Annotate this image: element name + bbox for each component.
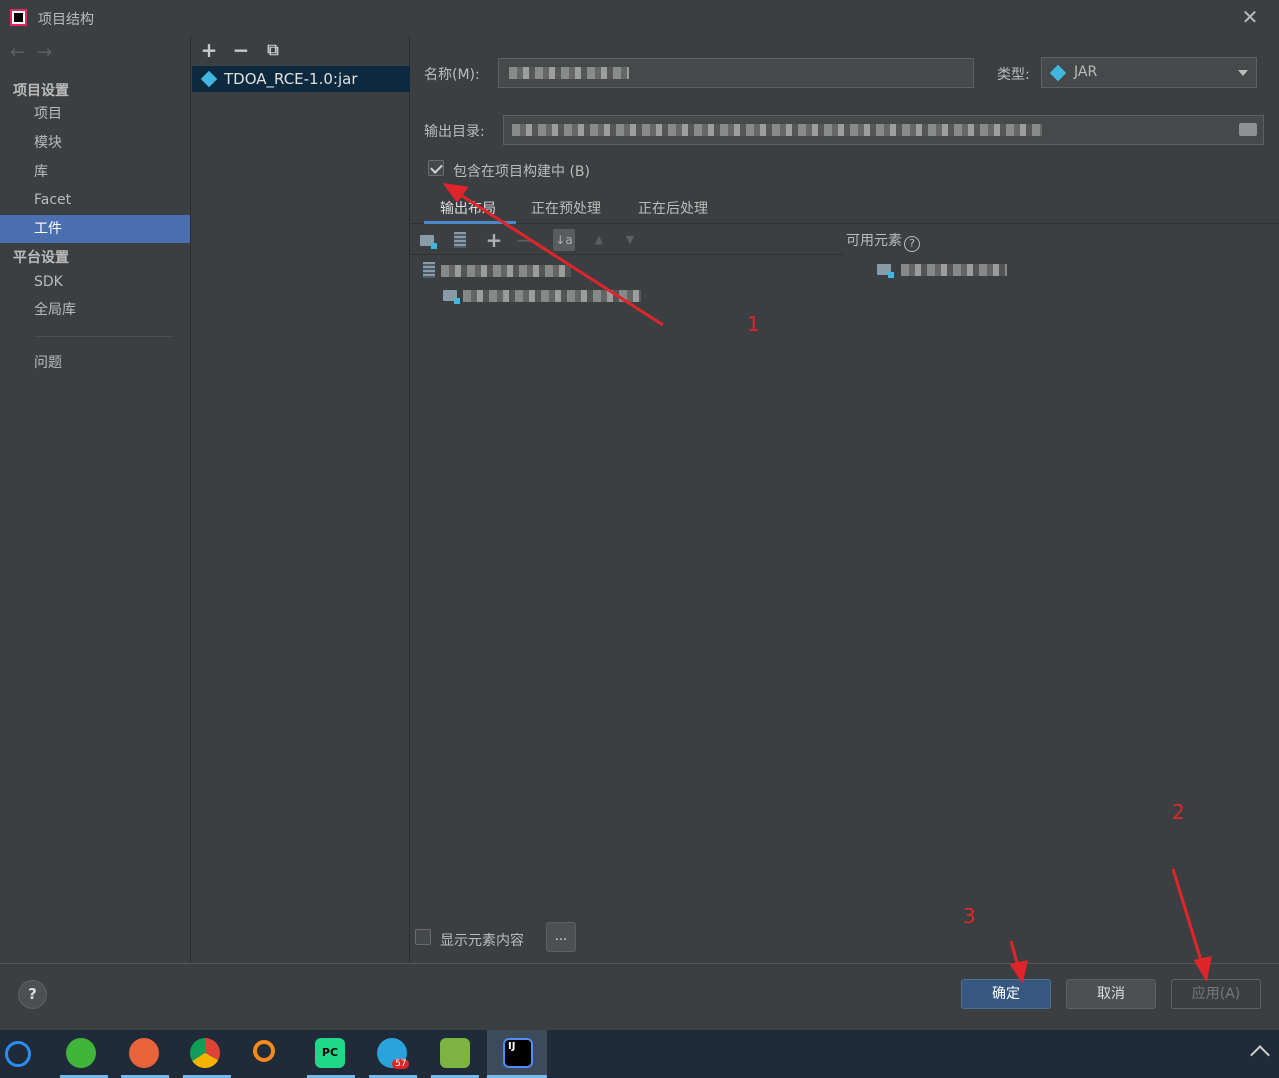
remove-element-icon[interactable]: − — [513, 229, 535, 251]
available-elements-label: 可用元素? — [846, 230, 920, 252]
create-directory-icon[interactable] — [417, 229, 439, 251]
layout-toolbar: + − ↓a ▲ ▼ — [411, 225, 843, 255]
artifacts-panel: + − ⧉ TDOA_RCE-1.0:jar — [192, 36, 410, 963]
help-button[interactable]: ? — [18, 980, 47, 1009]
type-select[interactable]: JAR — [1041, 57, 1257, 88]
sidebar-item-modules[interactable]: 模块 — [0, 129, 190, 157]
copy-artifact-icon[interactable]: ⧉ — [262, 39, 284, 61]
help-icon[interactable]: ? — [904, 236, 920, 252]
tab-pre-processing[interactable]: 正在预处理 — [531, 198, 601, 218]
magnifier-app-icon[interactable] — [253, 1040, 275, 1062]
chrome-icon[interactable] — [190, 1038, 220, 1068]
annotation-number-2: 2 — [1172, 800, 1185, 824]
search-app-icon[interactable] — [5, 1041, 31, 1067]
sidebar-item-artifacts[interactable]: 工件 — [0, 215, 190, 243]
back-arrow-icon[interactable]: ← — [10, 42, 25, 63]
add-artifact-icon[interactable]: + — [198, 39, 220, 61]
sidebar-item-libraries[interactable]: 库 — [0, 158, 190, 186]
redacted-path — [512, 124, 1042, 136]
nav-arrows: ← → — [10, 42, 64, 63]
windows-taskbar: PC 57 IJ — [0, 1030, 1279, 1078]
apply-button[interactable]: 应用(A) — [1171, 979, 1261, 1009]
create-archive-icon[interactable] — [449, 229, 471, 251]
show-content-label: 显示元素内容 — [440, 933, 524, 949]
move-down-icon[interactable]: ▼ — [619, 229, 641, 251]
tree-item-output[interactable] — [463, 290, 641, 302]
name-field[interactable] — [498, 58, 974, 88]
sidebar-divider — [34, 336, 174, 337]
redacted-name — [509, 67, 629, 79]
folder-icon — [443, 290, 460, 304]
sidebar-item-facets[interactable]: Facet — [0, 186, 190, 214]
output-dir-label: 输出目录: — [424, 124, 485, 140]
jar-file-icon — [423, 262, 435, 278]
available-item[interactable] — [901, 264, 1007, 276]
tab-post-processing[interactable]: 正在后处理 — [638, 198, 708, 218]
sidebar-item-problems[interactable]: 问题 — [0, 349, 190, 377]
add-element-icon[interactable]: + — [483, 229, 505, 251]
show-content-checkbox[interactable] — [415, 929, 431, 945]
jar-type-icon — [1049, 64, 1067, 82]
move-up-icon[interactable]: ▲ — [588, 229, 610, 251]
cancel-button[interactable]: 取消 — [1066, 979, 1156, 1009]
notepad-icon[interactable] — [440, 1038, 470, 1068]
forward-arrow-icon[interactable]: → — [37, 42, 52, 63]
active-tab-indicator — [424, 221, 516, 224]
settings-sidebar: ← → 项目设置 项目 模块 库 Facet 工件 平台设置 SDK 全局库 问题 — [0, 36, 191, 963]
artifact-name: TDOA_RCE-1.0:jar — [224, 70, 358, 88]
dialog-footer: ? 确定 取消 应用(A) — [0, 963, 1279, 1029]
project-settings-header: 项目设置 — [13, 83, 69, 99]
intellij-taskbar-icon[interactable]: IJ — [503, 1038, 533, 1068]
tree-item-jar[interactable] — [441, 265, 571, 277]
wechat-icon[interactable] — [66, 1038, 96, 1068]
artifact-list-item[interactable]: TDOA_RCE-1.0:jar — [192, 66, 410, 92]
artifact-tabs: 输出布局 正在预处理 正在后处理 — [411, 188, 1279, 224]
type-value: JAR — [1074, 64, 1098, 80]
ellipsis-button[interactable]: ... — [546, 922, 576, 952]
sort-elements-icon[interactable]: ↓a — [553, 229, 575, 251]
chevron-down-icon — [1238, 70, 1248, 76]
artifact-detail-panel: 名称(M): 类型: JAR 输出目录: 包含在项目构建中 (B) 输出布局 正… — [411, 36, 1279, 963]
chevron-up-icon[interactable] — [1250, 1045, 1270, 1065]
title-bar: 项目结构 ✕ — [0, 0, 1279, 36]
tab-output-layout[interactable]: 输出布局 — [440, 198, 496, 218]
available-elements-text: 可用元素 — [846, 233, 902, 249]
type-label: 类型: — [997, 67, 1030, 83]
pycharm-icon[interactable]: PC — [315, 1038, 345, 1068]
browse-folder-icon[interactable] — [1239, 123, 1257, 136]
window-title: 项目结构 — [38, 12, 94, 28]
firefox-icon[interactable] — [129, 1038, 159, 1068]
intellij-app-icon — [10, 9, 27, 26]
include-in-build-label: 包含在项目构建中 (B) — [453, 164, 590, 180]
name-label: 名称(M): — [424, 67, 480, 83]
jar-artifact-icon — [200, 70, 218, 88]
output-dir-field[interactable] — [503, 115, 1264, 145]
ok-button[interactable]: 确定 — [961, 979, 1051, 1009]
module-folder-icon — [877, 264, 894, 278]
include-in-build-checkbox[interactable] — [428, 160, 444, 176]
telegram-badge: 57 — [392, 1059, 410, 1069]
sidebar-item-sdk[interactable]: SDK — [0, 268, 190, 296]
sidebar-item-global-libraries[interactable]: 全局库 — [0, 296, 190, 324]
annotation-number-3: 3 — [963, 904, 976, 928]
platform-settings-header: 平台设置 — [13, 250, 69, 266]
artifacts-toolbar: + − ⧉ — [192, 36, 410, 64]
annotation-number-1: 1 — [747, 312, 760, 336]
sidebar-item-project[interactable]: 项目 — [0, 100, 190, 128]
close-icon[interactable]: ✕ — [1240, 6, 1260, 28]
remove-artifact-icon[interactable]: − — [230, 39, 252, 61]
